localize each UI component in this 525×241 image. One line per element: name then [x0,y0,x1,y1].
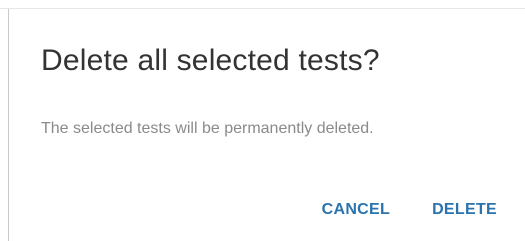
delete-confirmation-dialog: Delete all selected tests? The selected … [9,10,525,241]
window-left-edge [0,9,9,241]
cancel-button[interactable]: CANCEL [314,195,398,225]
dialog-actions: CANCEL DELETE [314,195,505,225]
dialog-message: The selected tests will be permanently d… [41,120,374,137]
delete-button[interactable]: DELETE [424,195,505,225]
dialog-title: Delete all selected tests? [41,44,380,77]
window-top-edge [0,0,525,9]
page: Delete all selected tests? The selected … [0,0,525,241]
